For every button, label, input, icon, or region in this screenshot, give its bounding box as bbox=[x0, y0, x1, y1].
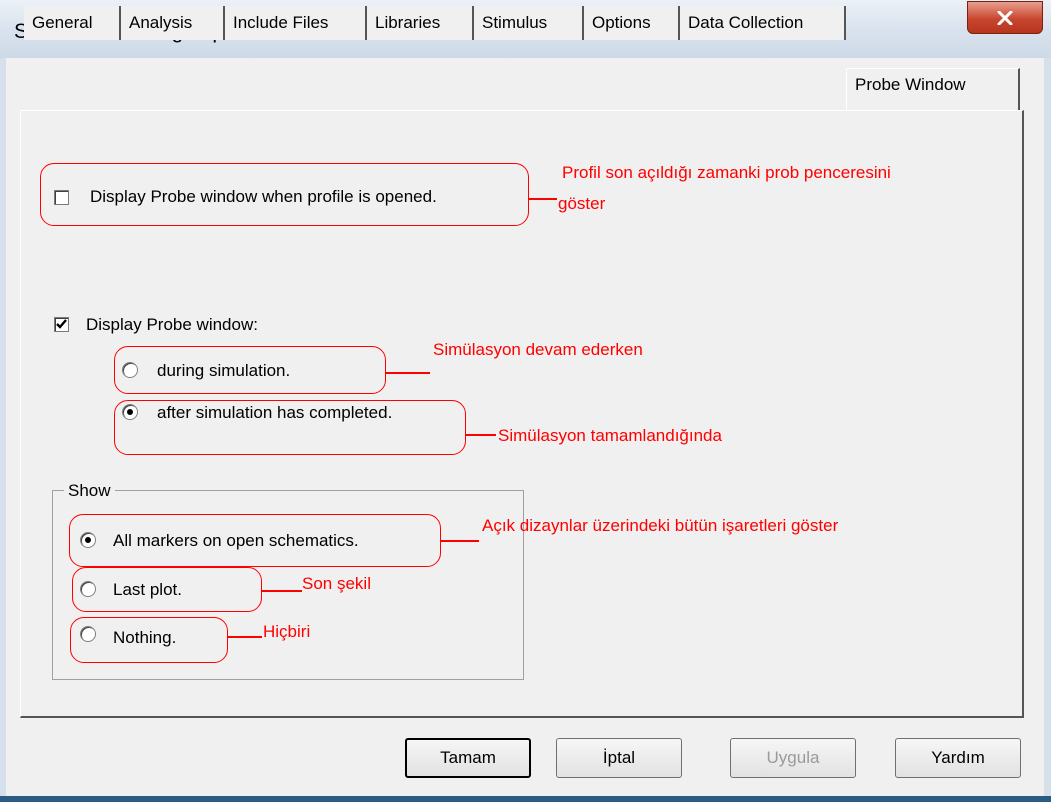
close-icon bbox=[997, 10, 1013, 25]
nothing-radio[interactable] bbox=[80, 626, 96, 642]
nothing-label: Nothing. bbox=[113, 628, 177, 647]
apply-button[interactable]: Uygula bbox=[730, 738, 856, 778]
last-plot-radio[interactable] bbox=[80, 581, 96, 597]
simulation-settings-window: Simulation Settings - pamukkale General … bbox=[0, 0, 1051, 802]
callout-connector bbox=[262, 590, 302, 592]
cancel-button[interactable]: İptal bbox=[556, 738, 682, 778]
tab-general[interactable]: General bbox=[24, 6, 121, 40]
tab-libraries[interactable]: Libraries bbox=[367, 6, 474, 40]
last-plot-label: Last plot. bbox=[113, 580, 182, 599]
annotation-all-markers: Açık dizaynlar üzerindeki bütün işaretle… bbox=[482, 516, 839, 535]
tab-probe-window[interactable]: Probe Window bbox=[846, 68, 1020, 110]
after-sim-radio[interactable] bbox=[122, 404, 138, 420]
callout-connector bbox=[529, 198, 557, 200]
tab-include-files[interactable]: Include Files bbox=[225, 6, 367, 40]
tab-analysis[interactable]: Analysis bbox=[121, 6, 225, 40]
all-markers-radio[interactable] bbox=[80, 532, 96, 548]
display-on-open-label: Display Probe window when profile is ope… bbox=[90, 187, 437, 206]
tab-options[interactable]: Options bbox=[584, 6, 680, 40]
display-probe-label: Display Probe window: bbox=[86, 315, 258, 334]
annotation-profile-line1: Profil son açıldığı zamanki prob pencere… bbox=[562, 163, 891, 182]
during-sim-radio[interactable] bbox=[122, 362, 138, 378]
checkmark-icon bbox=[56, 319, 67, 329]
annotation-during: Simülasyon devam ederken bbox=[433, 340, 643, 359]
callout-connector bbox=[228, 636, 262, 638]
all-markers-label: All markers on open schematics. bbox=[113, 531, 359, 550]
ok-button[interactable]: Tamam bbox=[405, 738, 531, 778]
window-frame-bottom bbox=[0, 796, 1051, 802]
callout-connector bbox=[386, 372, 430, 374]
help-button[interactable]: Yardım bbox=[895, 738, 1021, 778]
annotation-profile-line2: göster bbox=[558, 194, 606, 213]
annotation-after: Simülasyon tamamlandığında bbox=[498, 426, 722, 445]
callout-connector bbox=[441, 540, 479, 542]
display-probe-checkbox[interactable] bbox=[54, 317, 69, 332]
close-button[interactable] bbox=[967, 1, 1043, 34]
callout-connector bbox=[466, 434, 496, 436]
window-frame-right bbox=[1044, 58, 1051, 796]
during-sim-label: during simulation. bbox=[157, 361, 291, 380]
display-on-open-checkbox[interactable] bbox=[54, 190, 69, 205]
show-group-label: Show bbox=[64, 481, 115, 501]
tab-data-collection[interactable]: Data Collection bbox=[680, 6, 846, 40]
annotation-nothing: Hiçbiri bbox=[263, 622, 311, 641]
after-sim-label: after simulation has completed. bbox=[157, 403, 393, 422]
annotation-last-plot: Son şekil bbox=[302, 574, 371, 593]
tab-stimulus[interactable]: Stimulus bbox=[474, 6, 584, 40]
